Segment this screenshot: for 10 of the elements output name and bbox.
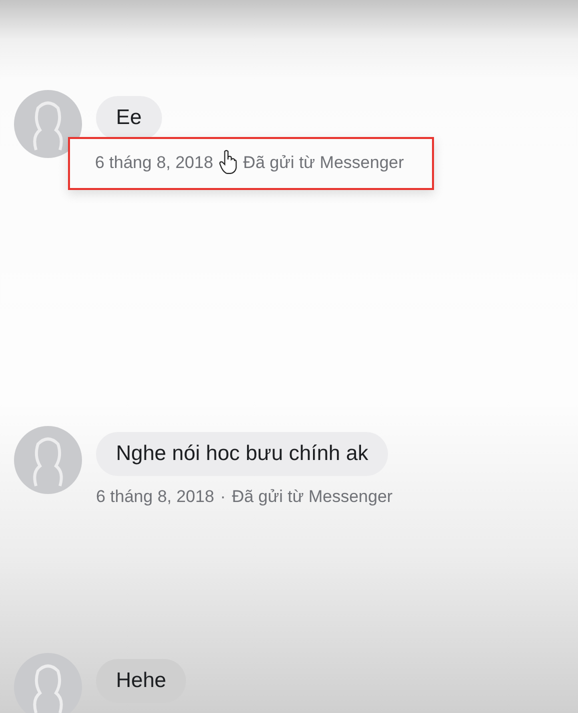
avatar-icon: [14, 653, 82, 713]
message-date[interactable]: 6 tháng 8, 2018: [96, 487, 214, 507]
message-bubble: Ee: [96, 96, 162, 140]
message-bubble: Nghe nói hoc bưu chính ak: [96, 432, 388, 476]
avatar-icon: [14, 426, 82, 494]
avatar-icon: [14, 90, 82, 158]
separator: ·: [220, 487, 226, 507]
message-date[interactable]: 6 tháng 8, 2018: [95, 153, 214, 173]
message-source: Đã gửi từ Messenger: [243, 153, 404, 173]
message-source: Đã gửi từ Messenger: [232, 487, 393, 507]
